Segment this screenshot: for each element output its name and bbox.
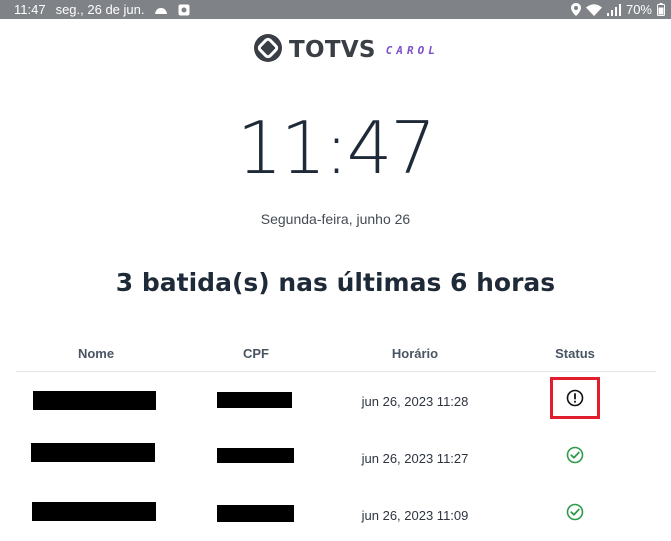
product-name: CAROL: [385, 43, 439, 57]
punches-table-header: Nome CPF Horário Status: [16, 338, 656, 372]
totvs-logo-icon: [253, 33, 283, 68]
table-row: jun 26, 2023 11:27: [16, 430, 656, 486]
status-time: 11:47: [14, 2, 46, 17]
redacted-name: [31, 443, 155, 462]
redacted-cpf: [217, 392, 292, 408]
column-header-nome: Nome: [77, 346, 115, 361]
system-status-bar: 11:47 seg., 26 de jun. 70%: [0, 0, 671, 19]
battery-level: 70%: [625, 2, 652, 17]
signal-icon: [606, 3, 621, 16]
battery-icon: [657, 3, 665, 16]
warning-highlight-box: [550, 377, 600, 419]
punch-time: jun 26, 2023 11:28: [361, 394, 469, 409]
brand-name: TOTVS: [289, 37, 376, 63]
status-ok-icon[interactable]: [566, 446, 584, 464]
column-header-cpf: CPF: [243, 346, 269, 361]
punch-time: jun 26, 2023 11:09: [361, 508, 469, 523]
clock-date: Segunda-feira, junho 26: [260, 211, 411, 227]
punch-time: jun 26, 2023 11:27: [361, 451, 469, 466]
punches-summary-heading: 3 batida(s) nas últimas 6 horas: [115, 268, 556, 297]
status-ok-icon[interactable]: [566, 503, 584, 521]
app-notification-icon: [178, 4, 190, 16]
clock-time: 11:47: [236, 106, 437, 190]
totvs-carol-logo: TOTVS CAROL: [253, 33, 439, 67]
location-icon: [570, 3, 581, 16]
wifi-icon: [585, 3, 602, 16]
redacted-name: [32, 502, 156, 521]
cloud-notification-icon: [154, 5, 168, 15]
redacted-cpf: [217, 448, 294, 463]
table-row: jun 26, 2023 11:09: [16, 486, 656, 541]
redacted-name: [33, 391, 156, 410]
redacted-cpf: [217, 505, 294, 522]
status-date: seg., 26 de jun.: [55, 2, 145, 17]
column-header-status: Status: [555, 346, 595, 361]
column-header-horario: Horário: [391, 346, 439, 361]
